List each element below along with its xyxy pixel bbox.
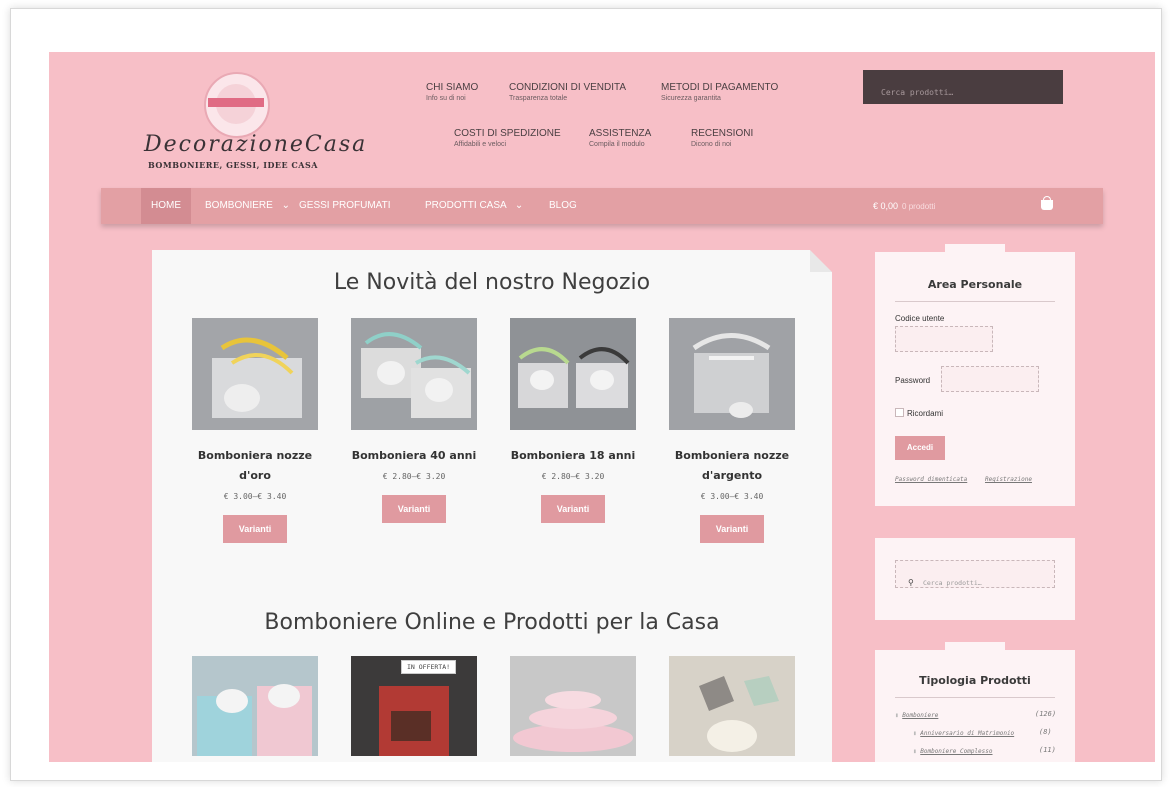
cart-summary[interactable]: € 0,00 0 prodotti bbox=[873, 188, 935, 224]
variants-button[interactable]: Varianti bbox=[223, 515, 287, 543]
product-price: € 2.80–€ 3.20 bbox=[541, 472, 605, 481]
product-image[interactable] bbox=[192, 318, 318, 430]
header-search-placeholder: Cerca prodotti… bbox=[881, 88, 954, 97]
product-price: € 3.00–€ 3.40 bbox=[223, 492, 287, 501]
password-input[interactable] bbox=[941, 366, 1039, 392]
product-price: € 3.00–€ 3.40 bbox=[700, 492, 764, 501]
cart-count: 0 prodotti bbox=[902, 202, 936, 211]
product-image[interactable] bbox=[351, 318, 477, 430]
page-fold-decoration bbox=[810, 250, 832, 272]
section-title-bomboniere-online: Bomboniere Online e Prodotti per la Casa bbox=[264, 610, 720, 635]
remember-checkbox[interactable] bbox=[895, 408, 904, 417]
folder-icon: ▮ bbox=[913, 748, 917, 755]
logo-subtitle: BOMBONIERE, GESSI, IDEE CASA bbox=[148, 160, 318, 170]
login-widget: Area Personale Codice utente Password Ri… bbox=[875, 252, 1075, 506]
nav-blog[interactable]: BLOG bbox=[549, 188, 577, 224]
shopping-bag-icon[interactable] bbox=[1041, 196, 1053, 210]
main-navigation: HOME BOMBONIERE ⌄ GESSI PROFUMATI PRODOT… bbox=[101, 188, 1103, 224]
toplink-chi-siamo[interactable]: CHI SIAMO Info su di noi bbox=[426, 82, 478, 102]
product-image[interactable] bbox=[192, 656, 318, 756]
product-card: Bomboniera nozze d'argento € 3.00–€ 3.40… bbox=[669, 318, 795, 543]
main-content: Le Novità del nostro Negozio Bomboniera … bbox=[152, 250, 832, 762]
product-card: Bomboniera nozze d'oro € 3.00–€ 3.40 Var… bbox=[192, 318, 318, 543]
product-name[interactable]: Bomboniera 18 anni bbox=[510, 446, 636, 466]
cart-total: € 0,00 bbox=[873, 201, 899, 211]
product-name[interactable]: Bomboniera nozze d'oro bbox=[192, 446, 318, 486]
folder-icon: ▮ bbox=[895, 712, 899, 719]
toplink-assistenza[interactable]: ASSISTENZA Compila il modulo bbox=[589, 128, 651, 148]
variants-button[interactable]: Varianti bbox=[541, 495, 605, 523]
logo-title: DecorazioneCasa bbox=[144, 132, 368, 157]
sidebar-search-placeholder: Cerca prodotti… bbox=[922, 579, 982, 587]
product-name[interactable]: Bomboniera 40 anni bbox=[351, 446, 477, 466]
password-label: Password bbox=[895, 376, 931, 385]
categories-widget: Tipologia Prodotti ▮ Bomboniere (126) ▮ … bbox=[875, 650, 1075, 762]
lost-password-link[interactable]: Password dimenticata bbox=[895, 476, 967, 483]
login-button[interactable]: Accedi bbox=[895, 436, 945, 460]
category-item[interactable]: ▮ Bomboniere bbox=[895, 712, 938, 719]
header-search-input[interactable]: Cerca prodotti… bbox=[863, 70, 1063, 104]
product-image[interactable] bbox=[669, 318, 795, 430]
toplink-metodi-pagamento[interactable]: METODI DI PAGAMENTO Sicurezza garantita bbox=[661, 82, 778, 102]
nav-home[interactable]: HOME bbox=[141, 188, 191, 224]
category-count: (8) bbox=[1039, 728, 1052, 736]
product-price: € 2.80–€ 3.20 bbox=[382, 472, 446, 481]
product-image[interactable] bbox=[510, 318, 636, 430]
register-link[interactable]: Registrazione bbox=[985, 476, 1032, 483]
categories-title: Tipologia Prodotti bbox=[919, 674, 1031, 687]
offer-badge: IN OFFERTA! bbox=[401, 660, 457, 674]
nav-prodotti-casa[interactable]: PRODOTTI CASA ⌄ bbox=[425, 188, 523, 224]
product-image[interactable]: IN OFFERTA! bbox=[351, 656, 477, 756]
category-count: (11) bbox=[1039, 746, 1056, 754]
product-card: Bomboniera 18 anni € 2.80–€ 3.20 Variant… bbox=[510, 318, 636, 523]
username-input[interactable] bbox=[895, 326, 993, 352]
remember-label: Ricordami bbox=[907, 409, 944, 418]
nav-gessi-profumati[interactable]: GESSI PROFUMATI bbox=[299, 188, 391, 224]
sidebar-search-input[interactable]: ⚲ Cerca prodotti… bbox=[895, 560, 1055, 588]
folder-icon: ▮ bbox=[913, 730, 917, 737]
chevron-down-icon: ⌄ bbox=[281, 200, 290, 211]
card-tab-decoration bbox=[945, 244, 1005, 252]
toplink-costi-spedizione[interactable]: COSTI DI SPEDIZIONE Affidabili e veloci bbox=[454, 128, 561, 148]
category-item[interactable]: ▮ Bomboniere Complesso bbox=[913, 748, 993, 755]
chevron-down-icon: ⌄ bbox=[514, 200, 524, 211]
category-item[interactable]: ▮ Anniversario di Matrimonio bbox=[913, 730, 1014, 737]
logo-badge-icon bbox=[204, 72, 270, 138]
site-logo[interactable]: DecorazioneCasa BOMBONIERE, GESSI, IDEE … bbox=[144, 72, 365, 172]
toplink-recensioni[interactable]: RECENSIONI Dicono di noi bbox=[691, 128, 753, 148]
search-icon: ⚲ bbox=[908, 578, 914, 587]
site-background: DecorazioneCasa BOMBONIERE, GESSI, IDEE … bbox=[49, 52, 1155, 762]
screenshot-frame: DecorazioneCasa BOMBONIERE, GESSI, IDEE … bbox=[10, 8, 1162, 781]
product-name[interactable]: Bomboniera nozze d'argento bbox=[669, 446, 795, 486]
username-label: Codice utente bbox=[895, 314, 945, 323]
nav-bomboniere[interactable]: BOMBONIERE ⌄ bbox=[205, 188, 290, 224]
toplink-condizioni-vendita[interactable]: CONDIZIONI DI VENDITA Trasparenza totale bbox=[509, 82, 626, 102]
variants-button[interactable]: Varianti bbox=[700, 515, 764, 543]
variants-button[interactable]: Varianti bbox=[382, 495, 446, 523]
login-title: Area Personale bbox=[927, 278, 1023, 291]
sidebar-search-widget: ⚲ Cerca prodotti… bbox=[875, 538, 1075, 620]
section-title-novita: Le Novità del nostro Negozio bbox=[333, 270, 651, 295]
card-tab-decoration bbox=[945, 642, 1005, 650]
category-count: (126) bbox=[1035, 710, 1057, 718]
product-image[interactable] bbox=[669, 656, 795, 756]
product-image[interactable] bbox=[510, 656, 636, 756]
product-card: Bomboniera 40 anni € 2.80–€ 3.20 Variant… bbox=[351, 318, 477, 523]
